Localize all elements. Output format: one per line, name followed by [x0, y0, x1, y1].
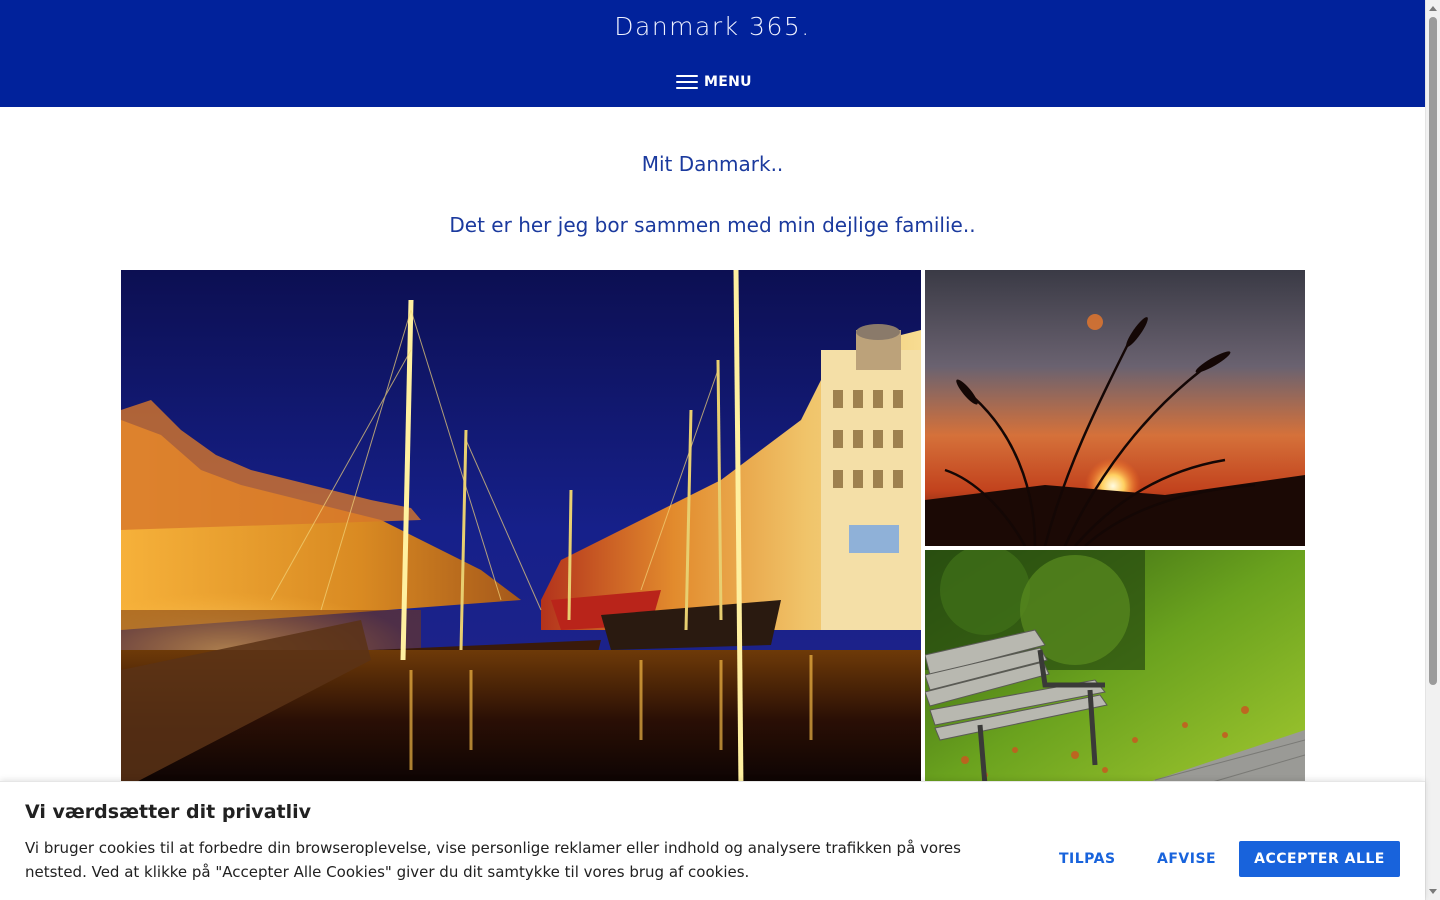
nyhavn-night-photo[interactable] — [121, 270, 921, 790]
scroll-up-arrow-icon[interactable] — [1429, 6, 1437, 11]
cookie-banner-text: Vi bruger cookies til at forbedre din br… — [25, 839, 961, 881]
hamburger-icon — [676, 73, 698, 91]
page-scrollbar[interactable] — [1425, 0, 1440, 900]
site-title[interactable]: Danmark 365. — [0, 12, 1425, 41]
intro-heading: Mit Danmark.. — [641, 152, 784, 176]
accept-all-cookies-button[interactable]: ACCEPTER ALLE — [1239, 841, 1400, 877]
cookie-consent-banner: Vi værdsætter dit privatliv Vi bruger co… — [0, 781, 1425, 900]
site-header: Danmark 365. MENU — [0, 0, 1425, 107]
photo-gallery — [121, 270, 1305, 790]
cookie-banner-title: Vi værdsætter dit privatliv — [25, 801, 312, 823]
customize-cookies-button[interactable]: TILPAS — [1059, 841, 1116, 877]
scroll-thumb[interactable] — [1429, 17, 1437, 685]
intro-subheading: Det er her jeg bor sammen med min dejlig… — [449, 213, 976, 237]
menu-label: MENU — [704, 74, 752, 90]
park-bench-photo[interactable] — [925, 550, 1305, 790]
sunset-grass-photo[interactable] — [925, 270, 1305, 546]
menu-toggle-button[interactable]: MENU — [676, 70, 752, 94]
reject-cookies-button[interactable]: AFVISE — [1157, 841, 1216, 877]
scroll-down-arrow-icon[interactable] — [1429, 889, 1437, 894]
